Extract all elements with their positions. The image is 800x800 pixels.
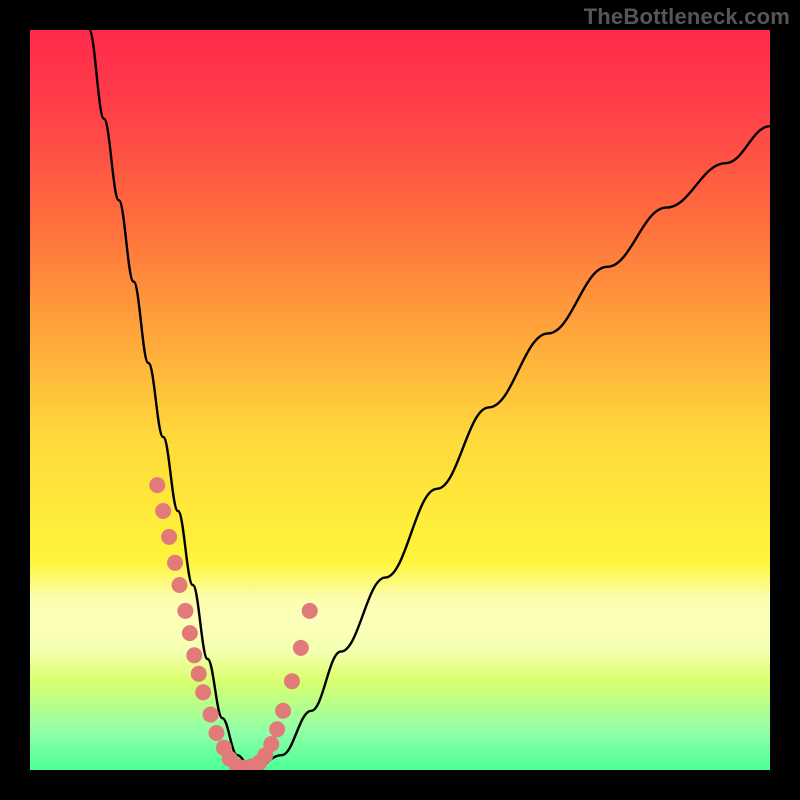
- watermark-text: TheBottleneck.com: [584, 4, 790, 30]
- highlight-dots: [149, 477, 317, 770]
- highlight-dot: [302, 603, 318, 619]
- chart-svg: [30, 30, 770, 770]
- highlight-dot: [177, 603, 193, 619]
- highlight-dot: [293, 640, 309, 656]
- highlight-dot: [149, 477, 165, 493]
- plot-area: [30, 30, 770, 770]
- highlight-dot: [269, 721, 285, 737]
- highlight-dot: [284, 673, 300, 689]
- highlight-dot: [171, 577, 187, 593]
- highlight-dot: [195, 684, 211, 700]
- highlight-dot: [208, 725, 224, 741]
- highlight-dot: [182, 625, 198, 641]
- highlight-dot: [167, 555, 183, 571]
- highlight-dot: [155, 503, 171, 519]
- highlight-dot: [186, 647, 202, 663]
- highlight-dot: [161, 529, 177, 545]
- highlight-dot: [203, 707, 219, 723]
- highlight-dot: [191, 666, 207, 682]
- highlight-dot: [275, 703, 291, 719]
- highlight-dot: [263, 736, 279, 752]
